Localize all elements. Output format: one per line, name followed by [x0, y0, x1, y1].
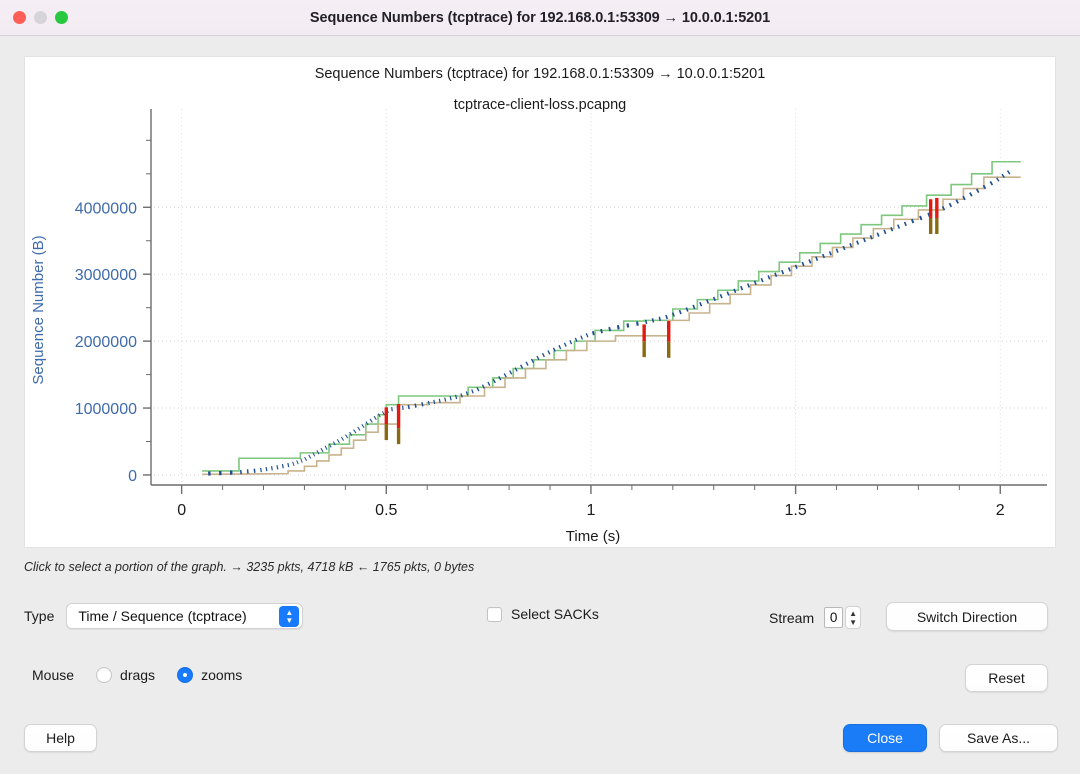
y-axis-tick-label: 3000000 — [75, 267, 137, 284]
x-axis-tick-label: 1.5 — [784, 502, 806, 519]
window-title: Sequence Numbers (tcptrace) for 192.168.… — [309, 9, 771, 26]
stream-number-input[interactable]: 0 — [824, 607, 844, 628]
x-axis-tick-label: 2 — [996, 502, 1005, 519]
maximize-window-light[interactable] — [55, 11, 68, 24]
type-control-group: Type Time / Sequence (tcptrace) ▲ ▼ — [24, 603, 304, 629]
x-axis-title: Time (s) — [566, 528, 620, 545]
y-axis-title: Sequence Number (B) — [30, 235, 47, 384]
series-tcp-segments — [208, 170, 1011, 476]
x-axis-tick-label: 0.5 — [375, 502, 397, 519]
series-receive-window — [202, 160, 1021, 472]
series-ack-line — [202, 176, 1021, 476]
select-sacks-group[interactable]: Select SACKs — [487, 606, 599, 622]
stream-label: Stream — [769, 609, 815, 626]
select-sacks-checkbox[interactable] — [487, 606, 502, 622]
stream-control-group: Stream 0 ▲ ▼ — [769, 606, 862, 629]
mouse-zooms-radio[interactable] — [177, 667, 194, 683]
y-axis-tick-label: 4000000 — [75, 200, 137, 217]
type-label: Type — [24, 608, 55, 624]
x-axis-tick-label: 1 — [587, 502, 596, 519]
mouse-drags-label: drags — [120, 667, 156, 683]
stream-stepper-icon[interactable]: ▲ ▼ — [845, 606, 862, 629]
mouse-mode-group: Mouse drags zooms — [24, 667, 242, 683]
mouse-drags-radio[interactable] — [96, 667, 113, 683]
minimize-window-light[interactable] — [34, 11, 47, 24]
chevron-updown-icon[interactable]: ▲ ▼ — [279, 606, 300, 627]
graph-canvas[interactable]: Sequence Numbers (tcptrace) for 192.168.… — [24, 56, 1056, 548]
help-button[interactable]: Help — [24, 724, 97, 752]
graph-type-value: Time / Sequence (tcptrace) — [78, 608, 247, 624]
save-as-button[interactable]: Save As... — [939, 724, 1058, 752]
sequence-number-plot: 0 1000000 2000000 3000000 4000000 0 0.5 1 1.5 2 Ti… — [30, 109, 1047, 545]
window-controls — [13, 11, 68, 24]
window-titlebar: Sequence Numbers (tcptrace) for 192.168.… — [0, 0, 1080, 36]
mouse-zooms-label: zooms — [201, 667, 243, 683]
x-axis-tick-label: 0 — [177, 502, 186, 519]
close-window-light[interactable] — [13, 11, 26, 24]
mouse-label: Mouse — [32, 667, 75, 683]
y-axis-tick-label: 2000000 — [75, 334, 137, 351]
select-sacks-label: Select SACKs — [511, 606, 599, 622]
switch-direction-button[interactable]: Switch Direction — [886, 602, 1048, 631]
close-button[interactable]: Close — [843, 724, 927, 752]
y-axis-tick-label: 1000000 — [75, 401, 137, 418]
y-axis-tick-label: 0 — [128, 468, 137, 485]
graph-hint-text: Click to select a portion of the graph. … — [24, 560, 475, 574]
reset-button[interactable]: Reset — [965, 664, 1048, 692]
graph-type-select[interactable]: Time / Sequence (tcptrace) ▲ ▼ — [66, 603, 304, 629]
